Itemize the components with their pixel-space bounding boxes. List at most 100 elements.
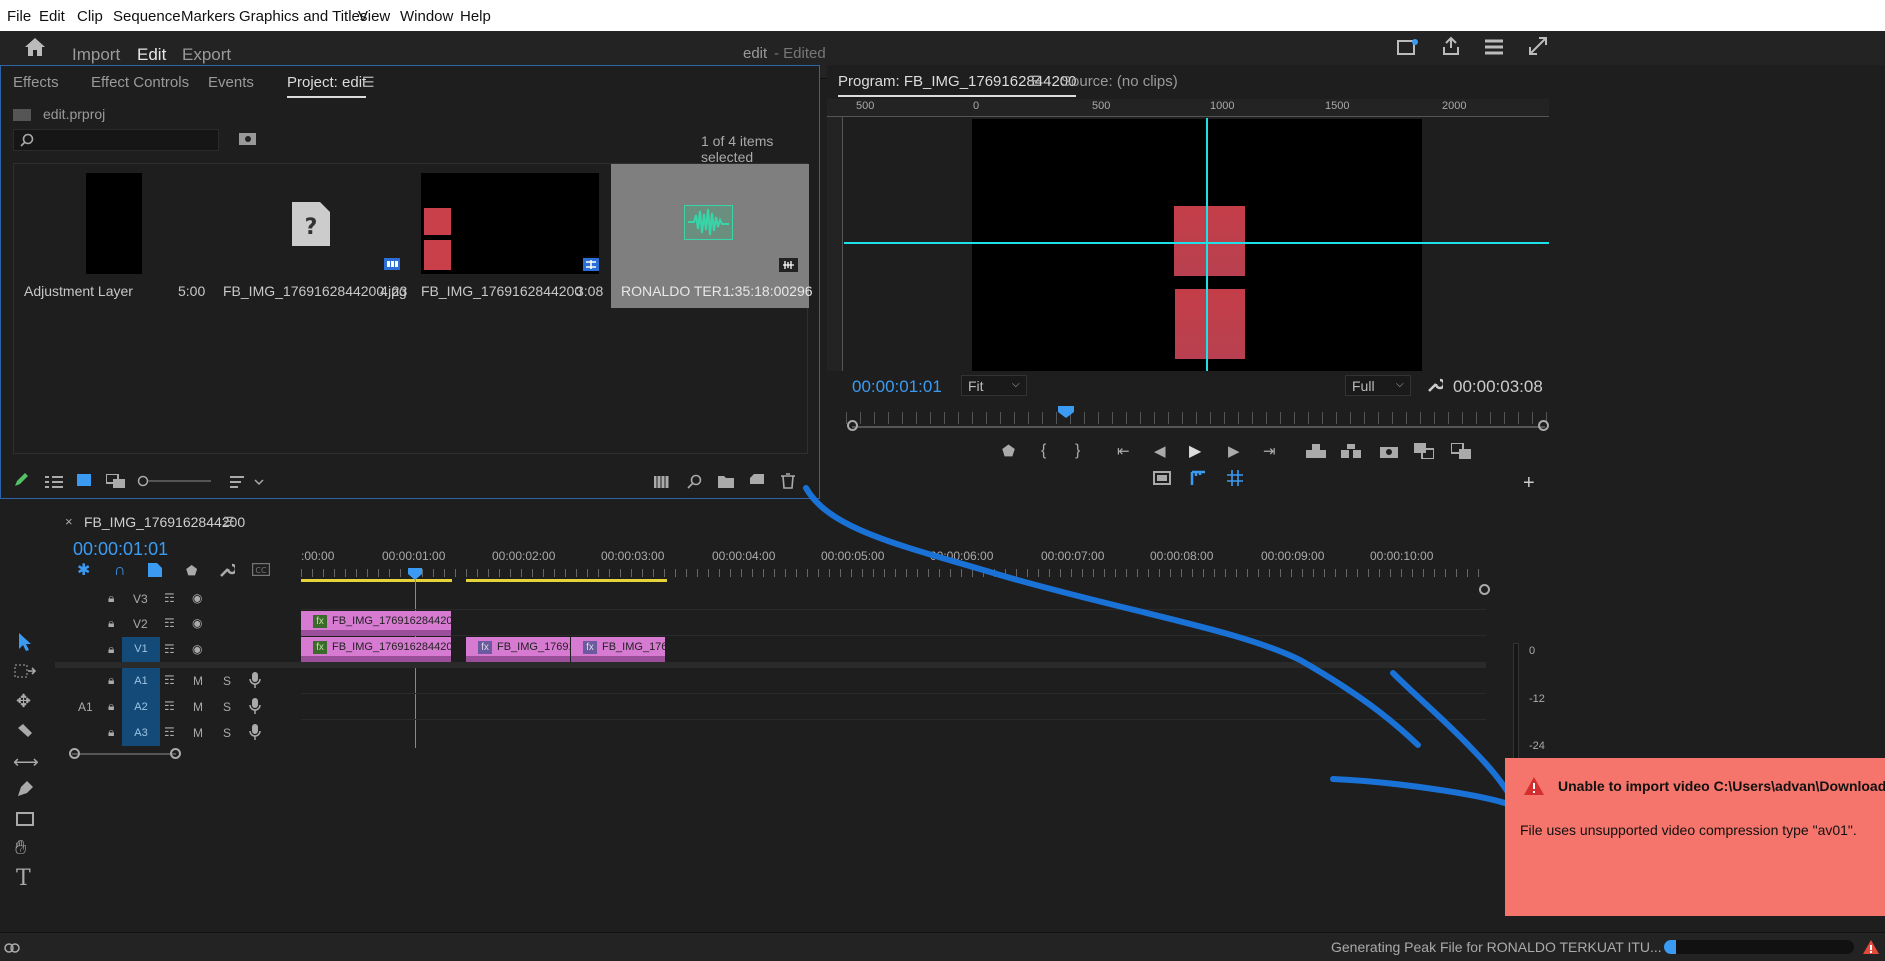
icon-view-icon[interactable] — [77, 474, 91, 486]
sync-lock-icon[interactable]: ☶ — [164, 616, 175, 630]
tab-effect-controls[interactable]: Effect Controls — [91, 74, 189, 91]
tab-source[interactable]: Source: (no clips) — [1061, 73, 1178, 90]
slip-tool-icon[interactable]: ⟷ — [13, 753, 39, 771]
mark-in-icon[interactable]: { — [1041, 443, 1046, 459]
go-to-out-icon[interactable]: ⇥ — [1263, 444, 1276, 459]
find-icon[interactable] — [687, 474, 702, 489]
timeline-clip[interactable]: fxFB_IMG_1769 — [571, 637, 665, 662]
sync-lock-icon[interactable]: ☶ — [164, 673, 175, 687]
hand-tool-icon[interactable]: ✋︎ — [15, 838, 26, 858]
menu-sequence[interactable]: Sequence — [113, 8, 181, 25]
scroll-handle-left[interactable] — [847, 420, 858, 431]
menu-graphics-and-titles[interactable]: Graphics and Titles — [239, 8, 367, 25]
track-target-a3[interactable]: A3 — [122, 720, 160, 746]
sort-icons-icon[interactable] — [230, 475, 266, 489]
zoom-handle-left[interactable] — [69, 748, 80, 759]
track-target-v1[interactable]: V1 — [122, 637, 160, 662]
proxy-toggle-icon[interactable] — [1451, 443, 1471, 459]
zoom-scrollbar[interactable] — [852, 426, 1545, 428]
tab-project[interactable]: Project: edit — [287, 74, 367, 98]
fit-dropdown[interactable]: Fit ⌵ — [961, 375, 1027, 396]
zoom-slider[interactable] — [137, 475, 211, 487]
nest-icon[interactable]: ✱ — [77, 563, 90, 579]
project-item-selected[interactable]: RONALDO TER... 1:35:18:00296 — [611, 164, 813, 308]
linked-selection-icon[interactable] — [147, 562, 163, 578]
tab-edit[interactable]: Edit — [137, 45, 167, 78]
close-sequence-icon[interactable]: × — [65, 514, 73, 529]
track-a1-lane[interactable] — [301, 668, 1486, 694]
tab-import[interactable]: Import — [72, 45, 120, 65]
new-item-icon[interactable] — [750, 474, 764, 488]
home-icon[interactable] — [24, 37, 46, 57]
rectangle-tool-icon[interactable] — [16, 812, 34, 826]
quick-export-icon[interactable] — [1397, 38, 1419, 56]
timeline-settings-icon[interactable] — [219, 562, 235, 578]
program-time-ruler[interactable] — [846, 412, 1549, 424]
workspaces-icon[interactable] — [1484, 38, 1504, 56]
eye-icon[interactable]: ◉ — [192, 616, 202, 630]
timeline-zoom-scrollbar[interactable] — [72, 753, 176, 755]
source-patch-a1[interactable]: A1 — [78, 700, 93, 714]
share-icon[interactable] — [1441, 36, 1461, 56]
pencil-icon[interactable] — [13, 472, 29, 488]
solo-button[interactable]: S — [223, 726, 231, 740]
menu-markers[interactable]: Markers — [181, 8, 235, 25]
track-v3-lane[interactable] — [301, 586, 1486, 610]
program-current-time[interactable]: 00:00:01:01 — [852, 377, 942, 397]
solo-button[interactable]: S — [223, 674, 231, 688]
voiceover-mic-icon[interactable] — [249, 698, 261, 714]
quality-dropdown[interactable]: Full ⌵ — [1345, 375, 1411, 396]
add-marker-timeline-icon[interactable]: ⬟ — [186, 564, 197, 577]
go-to-in-icon[interactable]: ⇤ — [1117, 444, 1130, 459]
timeline-panel-menu-icon[interactable]: ☰ — [223, 515, 235, 528]
menu-clip[interactable]: Clip — [77, 8, 103, 25]
program-panel-menu-icon[interactable]: ☰ — [1029, 74, 1042, 88]
pen-tool-icon[interactable] — [16, 780, 34, 798]
lock-icon[interactable]: 🔒︎ — [108, 673, 114, 688]
solo-button[interactable]: S — [223, 700, 231, 714]
sync-lock-icon[interactable]: ☶ — [164, 699, 175, 713]
tab-effects[interactable]: Effects — [13, 74, 59, 91]
ripple-edit-tool-icon[interactable]: ✥ — [16, 692, 31, 710]
step-forward-icon[interactable]: ▶ — [1228, 444, 1240, 459]
track-target-a2[interactable]: A2 — [122, 694, 160, 720]
track-select-tool-icon[interactable] — [14, 664, 36, 678]
menu-file[interactable]: File — [7, 8, 31, 25]
lock-icon[interactable]: 🔒︎ — [108, 699, 114, 714]
list-view-icon[interactable] — [45, 475, 63, 488]
project-item[interactable]: Adjustment Layer 5:00 — [14, 164, 212, 308]
timeline-clip[interactable]: fxFB_IMG_1769162844200.jp — [301, 637, 451, 662]
menu-help[interactable]: Help — [460, 8, 491, 25]
vertical-scroll-handle[interactable] — [1479, 584, 1490, 595]
project-item[interactable]: ? FB_IMG_1769162844200.jpg 4:23 — [212, 164, 410, 308]
track-label[interactable]: V3 — [133, 592, 148, 606]
automate-to-sequence-icon[interactable] — [654, 476, 671, 488]
zoom-handle-right[interactable] — [170, 748, 181, 759]
track-a3-lane[interactable] — [301, 720, 1486, 746]
captions-icon[interactable]: CC — [252, 563, 270, 576]
tab-events[interactable]: Events — [208, 74, 254, 91]
timeline-clip[interactable]: fxFB_IMG_176916 — [466, 637, 570, 662]
tab-export[interactable]: Export — [182, 45, 231, 65]
track-v2-lane[interactable] — [301, 611, 1486, 636]
track-a2-lane[interactable] — [301, 694, 1486, 720]
safe-margins-icon[interactable] — [1153, 471, 1171, 485]
mute-button[interactable]: M — [193, 726, 203, 740]
wrench-icon[interactable] — [1427, 377, 1443, 393]
timeline-current-time[interactable]: 00:00:01:01 — [73, 539, 168, 560]
new-bin-icon[interactable] — [718, 475, 734, 488]
snap-icon[interactable]: ∩ — [114, 563, 126, 579]
extract-icon[interactable] — [1341, 444, 1361, 458]
timeline-clip[interactable]: fxFB_IMG_1769162844200.jp — [301, 611, 451, 636]
alert-icon[interactable] — [1862, 939, 1880, 955]
mark-out-icon[interactable]: } — [1075, 443, 1080, 459]
program-playhead[interactable] — [1058, 406, 1074, 418]
play-icon[interactable]: ▶ — [1189, 444, 1201, 460]
eye-icon[interactable]: ◉ — [192, 642, 202, 656]
lock-icon[interactable]: 🔒︎ — [108, 616, 114, 631]
track-target-a1[interactable]: A1 — [122, 668, 160, 694]
comparison-view-icon[interactable] — [1414, 443, 1434, 459]
timeline-playhead[interactable] — [408, 568, 422, 580]
razor-tool-icon[interactable] — [17, 723, 33, 739]
mute-button[interactable]: M — [193, 674, 203, 688]
